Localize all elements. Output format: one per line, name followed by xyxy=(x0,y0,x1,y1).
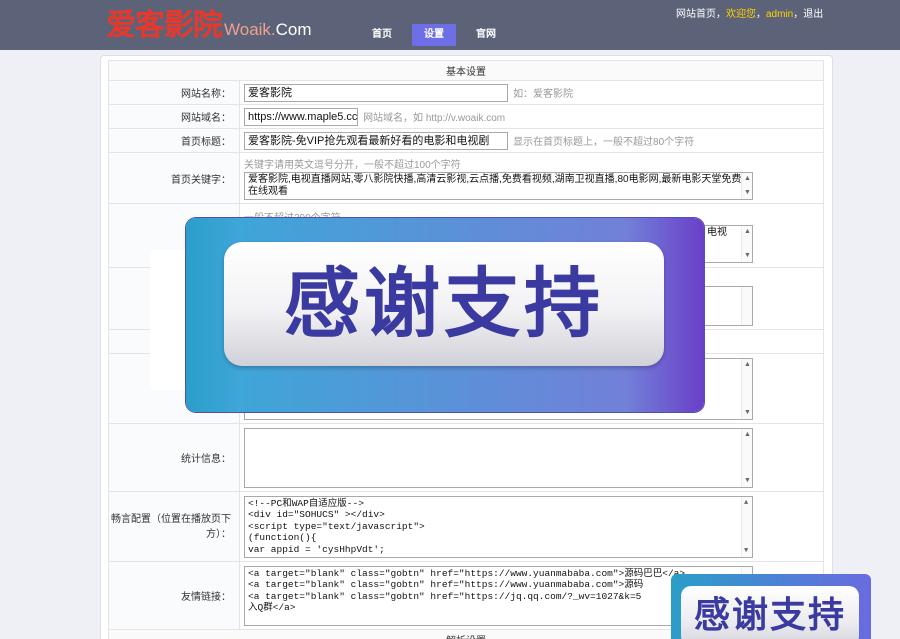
scroll-up-icon[interactable]: ▲ xyxy=(744,431,751,439)
logout-link[interactable]: 退出 xyxy=(803,9,823,20)
site-home-link[interactable]: 网站首页 xyxy=(676,9,716,20)
code-line: <div id="SOHUCS" ></div> xyxy=(248,509,385,520)
sep: ， xyxy=(756,9,766,20)
scroll-down-icon[interactable]: ▼ xyxy=(744,189,751,197)
username: admin xyxy=(766,9,794,20)
thanks-banner-small-plate: 感谢支持 xyxy=(681,586,859,639)
scrollbar[interactable]: ▲ ▼ xyxy=(741,428,752,487)
scroll-up-icon[interactable]: ▲ xyxy=(744,175,751,183)
scroll-up-icon[interactable]: ▲ xyxy=(744,499,748,507)
nav-official[interactable]: 官网 xyxy=(464,24,508,46)
label-changyan: 畅言配置（位置在播放页下方）： xyxy=(108,491,240,562)
scrollbar[interactable] xyxy=(741,286,752,325)
home-keywords-hint: 关键字请用英文逗号分开，一般不超过100个字符 xyxy=(244,160,461,171)
main-nav: 首页 设置 官网 xyxy=(360,24,508,46)
stats-textarea[interactable]: ▲ ▼ xyxy=(244,427,753,488)
nav-settings[interactable]: 设置 xyxy=(412,24,456,46)
scrollbar[interactable]: ▲ ▼ xyxy=(741,225,752,262)
overlay-mask xyxy=(150,250,186,390)
home-desc-value: 电视 xyxy=(707,226,727,238)
thanks-banner-small-text: 感谢支持 xyxy=(693,595,846,636)
scroll-up-icon[interactable]: ▲ xyxy=(744,361,751,369)
code-line: var appid = 'cysHhpVdt'; xyxy=(248,543,385,555)
section-title-basic: 基本设置 xyxy=(108,60,824,81)
scroll-down-icon[interactable]: ▼ xyxy=(744,409,751,417)
scroll-up-icon[interactable]: ▲ xyxy=(744,228,751,236)
label-home-title: 首页标题： xyxy=(108,128,240,153)
site-logo[interactable]: 爱客影院 Woaik.Com xyxy=(106,7,312,45)
logo-en: Woaik.Com xyxy=(224,20,312,39)
label-friend-links: 友情链接： xyxy=(108,561,240,630)
code-line: <!--PC和WAP自适应版--> xyxy=(248,497,364,509)
scroll-down-icon[interactable]: ▼ xyxy=(744,547,748,555)
logo-cn: 爱客影院 xyxy=(106,8,223,43)
sep: ， xyxy=(793,9,804,20)
label-stats: 统计信息： xyxy=(108,423,240,492)
nav-home[interactable]: 首页 xyxy=(360,24,404,46)
top-bar: 爱客影院 Woaik.Com 首页 设置 官网 网站首页，欢迎您，admin，退出 xyxy=(0,0,900,50)
site-domain-input[interactable]: https://www.maple5.cc xyxy=(244,107,358,126)
label-site-domain: 网站域名： xyxy=(108,104,240,129)
thanks-banner-small: 感谢支持 xyxy=(671,574,871,639)
changyan-textarea[interactable]: <!--PC和WAP自适应版--> <div id="SOHUCS" ></di… xyxy=(244,495,753,558)
thanks-banner-plate: 感谢支持 xyxy=(224,242,664,366)
code-line: (function(){ xyxy=(248,532,317,543)
home-keywords-value: 爱客影院,电视直播网站,零八影院快播,高清云影视,云点播,免费看视频,湖南卫视直… xyxy=(248,174,742,197)
site-name-hint: 如：爱客影院 xyxy=(513,89,574,100)
site-name-input[interactable]: 爱客影院 xyxy=(244,83,508,102)
thanks-banner-text: 感谢支持 xyxy=(284,259,604,348)
home-title-input[interactable]: 爱客影院-免VIP抢先观看最新好看的电影和电视剧 xyxy=(244,131,508,150)
label-site-name: 网站名称： xyxy=(108,80,240,105)
code-line: <script type="text/javascript"> xyxy=(248,520,425,532)
label-home-keywords: 首页关键字： xyxy=(108,152,240,204)
scroll-down-icon[interactable]: ▼ xyxy=(744,477,751,485)
scrollbar[interactable]: ▲ ▼ xyxy=(741,358,752,419)
scrollbar[interactable]: ▲ ▼ xyxy=(741,496,752,557)
sep: ， xyxy=(716,9,726,20)
welcome-text: 欢迎您 xyxy=(726,9,756,20)
home-keywords-textarea[interactable]: 爱客影院,电视直播网站,零八影院快播,高清云影视,云点播,免费看视频,湖南卫视直… xyxy=(244,172,753,200)
site-domain-hint: 网站域名，如 http://v.woaik.com xyxy=(363,113,506,124)
scroll-down-icon[interactable]: ▼ xyxy=(744,252,751,260)
home-title-hint: 显示在首页标题上，一般不超过80个字符 xyxy=(513,137,695,148)
top-links: 网站首页，欢迎您，admin，退出 xyxy=(676,5,823,20)
scrollbar[interactable]: ▲ ▼ xyxy=(741,173,752,199)
thanks-banner: 感谢支持 xyxy=(186,218,704,412)
